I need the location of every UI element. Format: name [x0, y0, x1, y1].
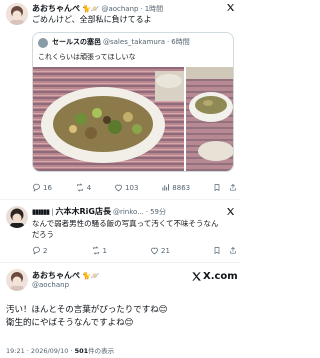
- reply-count: 2: [43, 246, 48, 255]
- post3-header: あおちゃんぺ 🐈🪐: [32, 270, 99, 281]
- name-separator: |: [51, 207, 54, 216]
- post2-actions: 2 1 21: [32, 246, 237, 255]
- post-body-line2: だろう: [32, 230, 55, 239]
- post-body-line1: 汚い！ほんとその言葉がぴったりですね😊: [6, 305, 168, 315]
- post-footer: 19:21 · 2026/09/10 · 501件の表示: [6, 345, 114, 355]
- post-body-line2: 衛生的にやばそうなんですよね😊: [6, 318, 134, 328]
- repost-button[interactable]: 4: [75, 183, 91, 192]
- repost-icon: [91, 246, 101, 255]
- author-name[interactable]: あおちゃんぺ: [32, 270, 80, 281]
- author-name[interactable]: 六本木RiG店長: [55, 206, 110, 217]
- quote-photo-main[interactable]: [33, 67, 184, 171]
- repost-icon: [75, 183, 85, 192]
- x-logo-icon: [226, 3, 235, 12]
- watermark-text: X.com: [203, 271, 238, 282]
- share-icon[interactable]: [229, 246, 237, 255]
- quote-avatar: [38, 38, 48, 48]
- reply-button[interactable]: 16: [32, 183, 52, 192]
- bookmark-icon[interactable]: [213, 246, 221, 255]
- separator-dot: ·: [145, 207, 149, 216]
- divider: [0, 262, 240, 263]
- bookmark-icon[interactable]: [213, 183, 221, 192]
- name-prefix-badges: ▮▮▮▮▮▮: [32, 207, 50, 216]
- views-label: 件の表示: [88, 347, 115, 355]
- heart-icon: [150, 246, 159, 255]
- post-timestamp[interactable]: 19:21 · 2026/09/10 ·: [6, 347, 75, 355]
- like-button[interactable]: 103: [114, 183, 138, 192]
- separator-dot: ·: [140, 4, 143, 13]
- x-logo-icon: [191, 271, 202, 282]
- post-time[interactable]: 59分: [150, 207, 166, 217]
- xcom-watermark: X.com: [191, 271, 238, 282]
- separator-dot: ·: [167, 38, 170, 46]
- reply-count: 16: [43, 183, 52, 192]
- repost-count: 4: [86, 183, 92, 192]
- avatar-aochanp[interactable]: [6, 3, 28, 25]
- quote-author-handle: @sales_takamura: [103, 38, 166, 46]
- quote-photo-side[interactable]: [186, 67, 233, 171]
- avatar-rinko[interactable]: [6, 206, 28, 228]
- like-count: 103: [125, 183, 139, 192]
- name-emojis: 🐈🪐: [82, 271, 100, 280]
- views-button[interactable]: 8863: [161, 183, 190, 192]
- quote-card[interactable]: セールスの塞邑 @sales_takamura · 6時間 これくらいは頑張って…: [32, 32, 234, 172]
- views-number: 501: [74, 347, 89, 355]
- reply-icon: [32, 246, 41, 255]
- x-logo-icon: [226, 207, 235, 216]
- author-handle[interactable]: @aochanp: [101, 5, 138, 13]
- like-count: 21: [161, 246, 170, 255]
- post1-header: あおちゃんぺ 🐈🪐 @aochanp · 1時間: [32, 3, 163, 14]
- quote-time: 6時間: [171, 38, 190, 46]
- like-button[interactable]: 21: [150, 246, 170, 255]
- quote-body: これくらいは頑張ってほしいな: [38, 53, 136, 61]
- reply-icon: [32, 183, 41, 192]
- quote-author-name: セールスの塞邑: [52, 38, 101, 46]
- name-emojis: 🐈🪐: [82, 4, 100, 13]
- post-time[interactable]: 1時間: [145, 4, 163, 14]
- author-handle[interactable]: @rinko...: [113, 208, 144, 216]
- post-body: ごめんけど、全部私に負けてるよ: [32, 15, 152, 24]
- repost-count: 1: [102, 246, 107, 255]
- avatar-aochanp[interactable]: [6, 269, 28, 291]
- post1-actions: 16 4 103 8863: [32, 183, 237, 192]
- share-icon[interactable]: [229, 183, 237, 192]
- post2-header: ▮▮▮▮▮▮ | 六本木RiG店長 @rinko... · 59分: [32, 206, 166, 217]
- post-body-line1: なんで弱者男性の騒る飯の写真って汚くて不味そうなん: [32, 219, 219, 228]
- author-name[interactable]: あおちゃんぺ: [32, 3, 80, 14]
- views-count: 8863: [172, 183, 191, 192]
- repost-button[interactable]: 1: [91, 246, 107, 255]
- divider: [0, 199, 240, 200]
- views-chart-icon: [161, 183, 170, 192]
- reply-button[interactable]: 2: [32, 246, 47, 255]
- heart-icon: [114, 183, 123, 192]
- author-handle[interactable]: @aochanp: [32, 281, 69, 289]
